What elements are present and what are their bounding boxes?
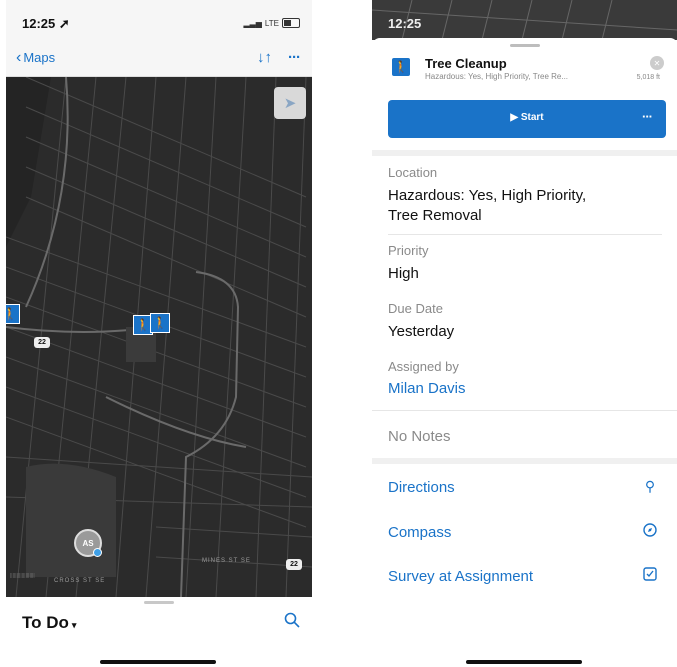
priority-label: Priority <box>388 243 429 258</box>
survey-icon[interactable] <box>642 567 658 584</box>
section-divider <box>372 458 677 464</box>
sort-button[interactable]: ↓↑ <box>257 49 272 66</box>
street-grid: ||||||||||||||||||| <box>6 77 312 597</box>
location-arrow-icon: ➤ <box>283 95 297 112</box>
status-time: 12:25 <box>388 16 422 31</box>
signal-bars-icon: ▂▃▅ <box>243 18 262 28</box>
bottom-sheet[interactable]: To Do ▾ <box>6 597 312 667</box>
location-dot <box>93 548 102 557</box>
sheet-grabber[interactable] <box>144 601 174 604</box>
locate-button[interactable]: ➤ <box>274 87 306 119</box>
street-label: CROSS ST SE <box>54 578 106 584</box>
location-value-line2: Tree Removal <box>388 207 482 224</box>
assignment-marker[interactable]: 🚶 <box>150 313 170 333</box>
nav-bar: ‹ Maps ↓↑ ··· <box>6 40 312 77</box>
search-button[interactable] <box>284 612 300 633</box>
location-label: Location <box>388 165 438 180</box>
home-indicator <box>466 660 582 664</box>
survey-action[interactable]: Survey at Assignment <box>388 568 533 585</box>
directions-action[interactable]: Directions <box>388 479 455 496</box>
list-picker[interactable]: To Do ▾ <box>22 613 76 633</box>
chevron-left-icon: ‹ <box>16 48 22 66</box>
start-label: ▶ Start <box>510 112 544 123</box>
compass-icon[interactable] <box>642 523 658 540</box>
assigned-by-label: Assigned by <box>388 359 459 374</box>
chevron-down-icon: ▾ <box>71 620 77 630</box>
svg-text:|||||||||||||||||||: ||||||||||||||||||| <box>10 573 35 579</box>
due-date-value: Yesterday <box>388 323 455 340</box>
close-button[interactable]: ✕ <box>650 56 664 70</box>
road-shield: 22 <box>34 337 50 348</box>
due-date-label: Due Date <box>388 301 443 316</box>
home-indicator <box>100 660 216 664</box>
avatar-initials: AS <box>82 538 94 548</box>
sheet-grabber[interactable] <box>510 44 540 47</box>
assignment-marker[interactable]: 🚶 <box>6 304 20 324</box>
person-walking-icon: 🚶 <box>152 316 168 330</box>
network-label: LTE <box>264 18 279 28</box>
back-button[interactable]: ‹ Maps <box>16 48 56 66</box>
close-icon: ✕ <box>653 58 661 68</box>
street-label: MINES ST SE <box>202 558 251 564</box>
distance-label: 5,018 ft <box>636 74 660 81</box>
divider <box>372 410 677 411</box>
map-peek: 12:25 <box>372 0 677 40</box>
avatar[interactable]: AS <box>74 529 102 557</box>
assigned-by-link[interactable]: Milan Davis <box>388 380 466 397</box>
signal-indicator: ▂▃▅ LTE <box>243 18 300 28</box>
assignment-title: Tree Cleanup <box>425 56 507 71</box>
location-value-line1: Hazardous: Yes, High Priority, <box>388 187 587 204</box>
survey-shape <box>643 567 657 581</box>
status-time: 12:25 ➚ <box>22 16 70 31</box>
list-title: To Do <box>22 613 69 632</box>
back-label: Maps <box>23 50 56 65</box>
start-button[interactable]: ▶ Start ··· <box>388 100 666 138</box>
notes-text: No Notes <box>388 428 451 445</box>
assignment-subtitle: Hazardous: Yes, High Priority, Tree Re..… <box>425 72 569 81</box>
more-button[interactable]: ··· <box>288 49 301 66</box>
compass-action[interactable]: Compass <box>388 524 451 541</box>
divider <box>388 234 662 235</box>
person-walking-icon: 🚶 <box>135 318 151 332</box>
compass-shape <box>643 523 657 537</box>
priority-value: High <box>388 265 419 282</box>
person-walking-icon: 🚶 <box>6 307 18 321</box>
battery-icon <box>282 18 300 28</box>
start-more-button[interactable]: ··· <box>642 109 653 124</box>
map-screen: 12:25 ➚ ▂▃▅ LTE ‹ Maps ↓↑ ··· ||||||||||… <box>6 0 312 667</box>
person-walking-icon: 🚶 <box>392 58 410 76</box>
assignment-detail-screen: 12:25 🚶 Tree Cleanup Hazardous: Yes, Hig… <box>372 0 677 667</box>
map-pin-icon[interactable]: ⚲ <box>642 478 658 495</box>
map-view[interactable]: ||||||||||||||||||| ➤ 🚶 🚶 🚶 22 22 AS CRO… <box>6 77 312 597</box>
section-divider <box>372 150 677 156</box>
search-icon <box>284 612 300 628</box>
status-bar: 12:25 ➚ ▂▃▅ LTE <box>6 0 312 40</box>
detail-panel: 🚶 Tree Cleanup Hazardous: Yes, High Prio… <box>372 38 677 667</box>
road-shield: 22 <box>286 559 302 570</box>
